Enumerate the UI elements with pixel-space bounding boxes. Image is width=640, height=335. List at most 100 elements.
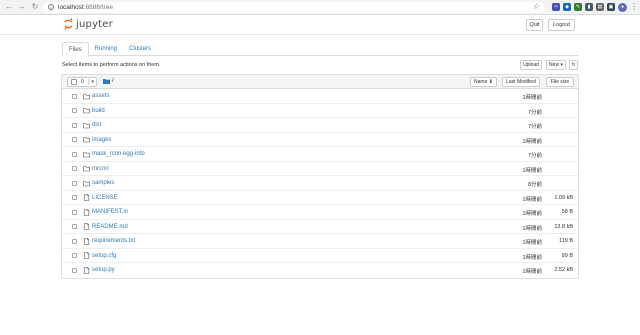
row-checkbox[interactable] xyxy=(72,209,77,215)
jupyter-header: jupyter Quit Logout xyxy=(0,15,640,35)
logout-button[interactable]: Logout xyxy=(548,19,575,31)
file-modified: 1時間前 xyxy=(522,167,542,174)
file-row[interactable]: README.md 1時間前 13.8 kB xyxy=(62,220,578,234)
selected-count: 0 xyxy=(81,79,84,85)
extension-icon[interactable]: ◆ xyxy=(563,3,571,11)
folder-icon xyxy=(83,93,90,100)
extension-icon[interactable]: ✂ xyxy=(552,3,560,11)
file-modified: 1時間前 xyxy=(522,211,542,217)
file-name-link[interactable]: mask_rcnn.egg-info xyxy=(92,151,145,157)
file-name-link[interactable]: setup.cfg xyxy=(92,253,116,259)
tab-clusters[interactable]: Clusters xyxy=(123,42,157,56)
file-icon xyxy=(83,208,90,216)
sort-size-button[interactable]: File size xyxy=(546,77,574,87)
file-size: 119 B xyxy=(559,238,573,244)
extension-icon[interactable]: ▮ xyxy=(585,3,593,11)
chevron-down-icon[interactable]: ▾ xyxy=(88,79,94,85)
sort-modified-button[interactable]: Last Modified xyxy=(502,77,540,87)
file-row[interactable]: dist 7分前 xyxy=(62,118,578,133)
address-url: localhost:8888/tree xyxy=(58,3,113,11)
logo-text: jupyter xyxy=(76,18,113,30)
reload-icon[interactable]: ↻ xyxy=(30,2,40,12)
file-row[interactable]: mrcnn 1時間前 xyxy=(62,162,578,176)
row-checkbox[interactable] xyxy=(72,238,77,244)
file-row[interactable]: LICENSE 1時間前 1.09 kB xyxy=(62,191,578,205)
file-name-link[interactable]: MANIFEST.in xyxy=(92,209,128,215)
file-modified: 1時間前 xyxy=(522,240,542,246)
file-row[interactable]: MANIFEST.in 1時間前 58 B xyxy=(62,205,578,220)
jupyter-logo-icon xyxy=(64,18,73,30)
quit-button[interactable]: Quit xyxy=(526,19,543,31)
row-checkbox[interactable] xyxy=(72,166,77,171)
file-list-header: 0 ▾ / Name ⬇ Last Modified File size xyxy=(62,75,578,89)
file-name-link[interactable]: dist xyxy=(92,122,101,128)
back-icon[interactable]: ← xyxy=(4,2,14,12)
new-dropdown-button[interactable]: New ▾ xyxy=(546,60,566,70)
row-checkbox[interactable] xyxy=(72,151,77,157)
file-modified: 7分前 xyxy=(527,124,542,130)
row-checkbox[interactable] xyxy=(72,267,77,273)
selection-hint: Select items to perform actions on them. xyxy=(62,62,161,68)
file-name-link[interactable]: build xyxy=(92,108,105,114)
file-name-link[interactable]: mrcnn xyxy=(92,166,109,172)
sort-name-button[interactable]: Name ⬇ xyxy=(470,77,497,87)
bookmark-star-icon[interactable]: ☆ xyxy=(533,3,540,11)
file-row[interactable]: setup.cfg 1時間前 99 B xyxy=(62,249,578,263)
address-bar[interactable]: i localhost:8888/tree ☆ xyxy=(43,1,545,13)
row-checkbox[interactable] xyxy=(72,253,77,258)
extension-icon[interactable]: ▤ xyxy=(596,3,604,11)
folder-icon xyxy=(83,136,90,143)
folder-icon xyxy=(83,151,90,158)
file-modified: 8分前 xyxy=(527,182,542,188)
file-name-link[interactable]: images xyxy=(92,137,111,143)
file-name-link[interactable]: assets xyxy=(92,93,109,99)
refresh-icon[interactable]: ↻ xyxy=(569,60,578,70)
file-row[interactable]: build 7分前 xyxy=(62,104,578,118)
folder-icon xyxy=(83,180,90,187)
file-name-link[interactable]: setup.py xyxy=(92,267,115,273)
file-name-link[interactable]: samples xyxy=(92,180,114,186)
extension-icon[interactable]: ▣ xyxy=(607,3,615,11)
file-row[interactable]: samples 8分前 xyxy=(62,176,578,191)
file-modified: 1時間前 xyxy=(522,196,542,203)
row-checkbox[interactable] xyxy=(72,180,77,186)
row-checkbox[interactable] xyxy=(72,195,77,200)
browser-menu-icon[interactable]: ⋮ xyxy=(630,3,638,11)
file-modified: 1時間前 xyxy=(522,138,542,145)
row-checkbox[interactable] xyxy=(72,137,77,142)
row-checkbox[interactable] xyxy=(72,108,77,113)
file-row[interactable]: images 1時間前 xyxy=(62,133,578,147)
jupyter-logo[interactable]: jupyter xyxy=(64,18,113,30)
upload-button[interactable]: Upload xyxy=(520,60,542,70)
file-size: 1.09 kB xyxy=(554,194,573,201)
file-name-link[interactable]: requirements.txt xyxy=(92,238,135,244)
extension-icon[interactable]: ✎ xyxy=(574,3,582,11)
site-info-icon[interactable]: i xyxy=(48,4,54,10)
file-name-link[interactable]: README.md xyxy=(92,224,128,230)
file-modified: 1時間前 xyxy=(522,254,542,261)
file-row[interactable]: mask_rcnn.egg-info 7分前 xyxy=(62,147,578,162)
file-modified: 7分前 xyxy=(527,153,542,159)
tab-running[interactable]: Running xyxy=(89,42,123,56)
file-row[interactable]: assets 1時間前 xyxy=(62,89,578,104)
home-folder-icon[interactable] xyxy=(103,78,110,84)
file-name-link[interactable]: LICENSE xyxy=(92,195,118,201)
file-row[interactable]: setup.py 1時間前 2.52 kB xyxy=(62,263,578,278)
tab-files[interactable]: Files xyxy=(62,42,89,57)
row-checkbox[interactable] xyxy=(72,122,77,128)
file-icon xyxy=(83,266,90,274)
forward-icon[interactable]: → xyxy=(17,2,27,12)
select-all-dropdown[interactable]: 0 ▾ xyxy=(67,77,97,87)
file-size: 58 B xyxy=(561,209,573,215)
file-list: 0 ▾ / Name ⬇ Last Modified File size ass… xyxy=(61,74,579,279)
row-checkbox[interactable] xyxy=(72,93,77,99)
file-row[interactable]: requirements.txt 1時間前 119 B xyxy=(62,234,578,249)
file-icon xyxy=(83,194,90,201)
file-modified: 7分前 xyxy=(527,109,542,116)
browser-toolbar: ← → ↻ i localhost:8888/tree ☆ ✂ ◆ ✎ ▮ ▤ … xyxy=(0,0,640,15)
select-all-checkbox[interactable] xyxy=(71,79,77,85)
profile-avatar-icon[interactable]: ● xyxy=(618,2,627,12)
file-size: 99 B xyxy=(561,252,573,259)
folder-icon xyxy=(83,107,90,114)
row-checkbox[interactable] xyxy=(72,224,77,229)
